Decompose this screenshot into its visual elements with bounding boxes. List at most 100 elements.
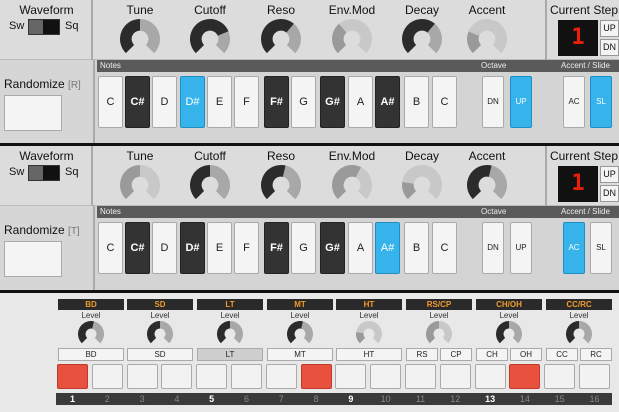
waveform-toggle[interactable] xyxy=(28,165,60,181)
note-key[interactable]: G xyxy=(291,222,316,274)
step-number: 1 xyxy=(69,394,75,404)
note-key[interactable]: A xyxy=(348,76,373,128)
sequencer-step-button[interactable] xyxy=(474,364,506,389)
octave-dn-button[interactable]: DN xyxy=(482,76,504,128)
toggle-thumb xyxy=(43,166,59,180)
octave-up-button[interactable]: UP xyxy=(510,76,532,128)
step-down-button[interactable]: DN xyxy=(600,185,619,202)
note-key[interactable]: A# xyxy=(375,222,400,274)
sequencer-step-button[interactable] xyxy=(91,364,123,389)
knob-accent[interactable]: Accent xyxy=(452,149,522,205)
note-key[interactable]: B xyxy=(404,76,429,128)
note-key[interactable]: D# xyxy=(180,76,205,128)
note-key[interactable]: G xyxy=(291,76,316,128)
randomize-button[interactable] xyxy=(4,241,62,277)
sequencer-step-button[interactable] xyxy=(405,364,436,389)
current-step-group: Current Step 1 UP DN xyxy=(545,146,619,206)
instrument-name: SD xyxy=(127,299,193,310)
note-key[interactable]: C xyxy=(98,76,123,128)
drum-select-button[interactable]: HT xyxy=(336,348,402,361)
drum-select-button[interactable]: SD xyxy=(127,348,193,361)
note-key[interactable]: F# xyxy=(264,76,289,128)
drum-select-button[interactable]: CH xyxy=(476,348,508,361)
sequencer-step-button[interactable] xyxy=(370,364,402,389)
note-key[interactable]: G# xyxy=(320,222,345,274)
note-key[interactable]: A xyxy=(348,222,373,274)
note-key[interactable]: D xyxy=(152,222,177,274)
instrument-name: CH/OH xyxy=(476,299,542,310)
note-key[interactable]: C# xyxy=(125,76,150,128)
drum-select-button[interactable]: LT xyxy=(197,348,263,361)
sequencer-step-button[interactable] xyxy=(57,364,88,389)
knob-env-mod[interactable]: Env.Mod xyxy=(317,3,387,59)
note-key[interactable]: G# xyxy=(320,76,345,128)
sequencer-step-button[interactable] xyxy=(579,364,610,389)
sequencer-step-button[interactable] xyxy=(265,364,297,389)
accent-button[interactable]: AC xyxy=(563,76,585,128)
knob-decay[interactable]: Decay xyxy=(387,3,457,59)
section-header-bar: Notes Octave Accent / Slide xyxy=(97,206,619,218)
note-key[interactable]: C# xyxy=(125,222,150,274)
knob-tune[interactable]: Tune xyxy=(105,149,175,205)
step-number: 15 xyxy=(554,394,565,404)
slide-button[interactable]: SL xyxy=(590,76,612,128)
sequencer-step-button[interactable] xyxy=(509,364,541,389)
current-step-display: 1 xyxy=(558,20,598,56)
sequencer-step-button[interactable] xyxy=(126,364,158,389)
drum-select-button[interactable]: BD xyxy=(58,348,124,361)
knob-cutoff[interactable]: Cutoff xyxy=(175,149,245,205)
step-up-button[interactable]: UP xyxy=(600,166,619,183)
sequencer-step-button[interactable] xyxy=(231,364,262,389)
randomize-button[interactable] xyxy=(4,95,62,131)
section-header-bar: Notes Octave Accent / Slide xyxy=(97,60,619,72)
note-key[interactable]: D xyxy=(152,76,177,128)
randomize-label: Randomize [T] xyxy=(4,223,80,237)
knob-accent[interactable]: Accent xyxy=(452,3,522,59)
knob-label: Accent xyxy=(468,3,506,17)
knob-decay[interactable]: Decay xyxy=(387,149,457,205)
note-key[interactable]: A# xyxy=(375,76,400,128)
drum-select-button[interactable]: RS xyxy=(406,348,438,361)
level-label: Level xyxy=(220,311,240,320)
knob-tune[interactable]: Tune xyxy=(105,3,175,59)
note-key[interactable]: E xyxy=(207,222,232,274)
step-number: 5 xyxy=(209,394,215,404)
drum-select-button[interactable]: CC xyxy=(546,348,578,361)
slide-button[interactable]: SL xyxy=(590,222,612,274)
knob-env-mod[interactable]: Env.Mod xyxy=(317,149,387,205)
step-up-button[interactable]: UP xyxy=(600,20,619,37)
note-key[interactable]: F# xyxy=(264,222,289,274)
step-number: 8 xyxy=(313,394,319,404)
note-key[interactable]: E xyxy=(207,76,232,128)
note-key[interactable]: D# xyxy=(180,222,205,274)
note-key[interactable]: C xyxy=(432,222,457,274)
instrument-name: RS/CP xyxy=(406,299,472,310)
step-down-button[interactable]: DN xyxy=(600,39,619,56)
note-key[interactable]: C xyxy=(432,76,457,128)
note-key[interactable]: F xyxy=(234,222,259,274)
note-key[interactable]: B xyxy=(404,222,429,274)
knob-label: Cutoff xyxy=(194,149,226,163)
step-number: 12 xyxy=(450,394,461,404)
note-key[interactable]: F xyxy=(234,76,259,128)
sequencer-step-button[interactable] xyxy=(300,364,332,389)
sequencer-step-button[interactable] xyxy=(544,364,576,389)
accent-button[interactable]: AC xyxy=(563,222,585,274)
drum-select-button[interactable]: OH xyxy=(510,348,542,361)
note-key[interactable]: C xyxy=(98,222,123,274)
octave-dn-button[interactable]: DN xyxy=(482,222,504,274)
waveform-toggle[interactable] xyxy=(28,19,60,35)
step-number: 2 xyxy=(104,394,110,404)
sequencer-step-button[interactable] xyxy=(335,364,367,389)
drum-select-button[interactable]: CP xyxy=(440,348,472,361)
drum-select-button[interactable]: RC xyxy=(580,348,612,361)
knob-reso[interactable]: Reso xyxy=(246,149,316,205)
knob-cutoff[interactable]: Cutoff xyxy=(175,3,245,59)
drum-select-button[interactable]: MT xyxy=(267,348,333,361)
sequencer-step-button[interactable] xyxy=(161,364,193,389)
sequencer-step-button[interactable] xyxy=(439,364,471,389)
octave-up-button[interactable]: UP xyxy=(510,222,532,274)
sequencer-step-button[interactable] xyxy=(196,364,228,389)
knob-reso[interactable]: Reso xyxy=(246,3,316,59)
step-number: 11 xyxy=(415,394,426,404)
